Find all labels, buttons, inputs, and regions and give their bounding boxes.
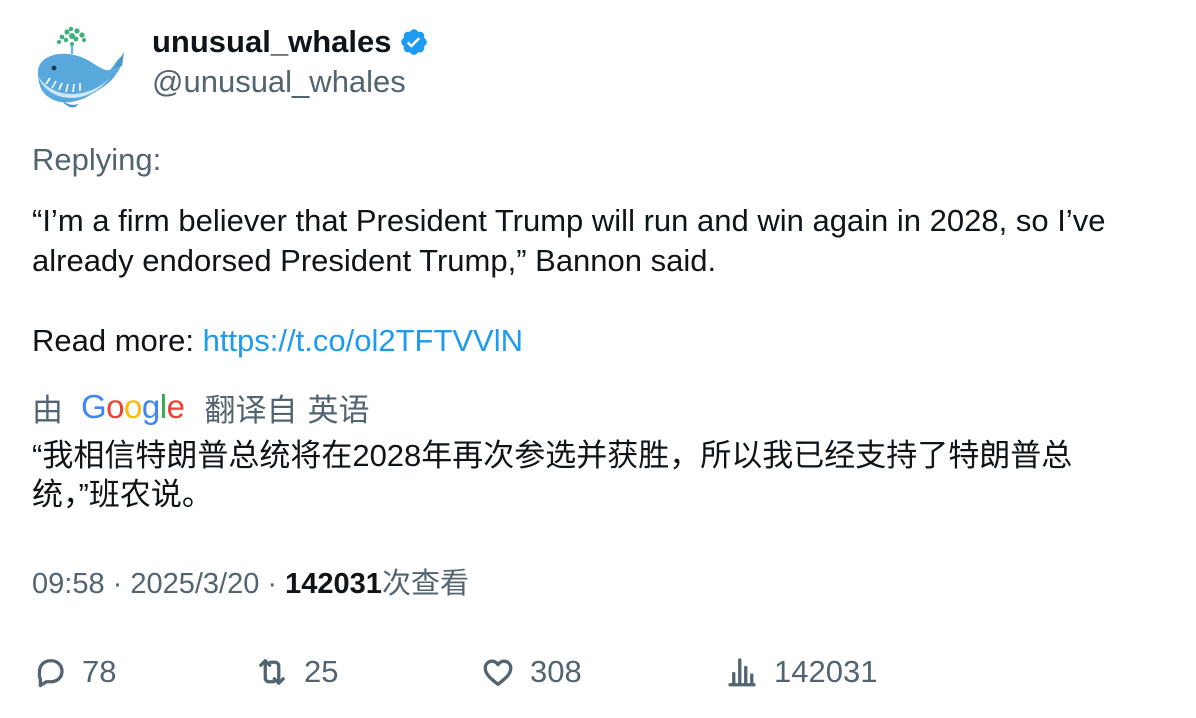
like-count: 308 <box>530 654 582 689</box>
tweet-meta: 09:58 · 2025/3/20 · 142031次查看 <box>32 564 469 604</box>
reply-count: 78 <box>82 654 117 689</box>
like-button[interactable]: 308 <box>480 650 582 694</box>
tweet-text: “I’m a firm believer that President Trum… <box>32 203 1115 278</box>
analytics-icon <box>728 658 756 687</box>
tweet-date[interactable]: 2025/3/20 <box>130 568 259 600</box>
replying-label: Replying: <box>32 142 162 177</box>
views-label: 次查看 <box>381 568 469 600</box>
whale-avatar-icon[interactable] <box>32 26 126 112</box>
views-count-action: 142031 <box>774 654 878 689</box>
translated-by-label: 由 <box>32 392 63 428</box>
google-logo[interactable]: Google <box>81 386 185 428</box>
reply-button[interactable]: 78 <box>32 650 116 694</box>
meta-separator: · <box>104 568 131 600</box>
display-name[interactable]: unusual_whales <box>152 22 391 62</box>
meta-separator: · <box>259 568 286 600</box>
retweet-icon <box>259 659 285 685</box>
retweet-button[interactable]: 25 <box>254 650 338 694</box>
translated-text: “我相信特朗普总统将在2028年再次参选并获胜，所以我已经支持了特朗普总统，”班… <box>32 438 1073 512</box>
views-button[interactable]: 142031 <box>724 650 877 694</box>
heart-icon <box>483 659 513 686</box>
retweet-count: 25 <box>304 654 339 689</box>
user-handle[interactable]: @unusual_whales <box>152 62 406 102</box>
author-name-row[interactable]: unusual_whales <box>152 22 429 62</box>
read-more-line: Read more: https://t.co/ol2TFTVVlN <box>32 321 523 361</box>
tweet-time[interactable]: 09:58 <box>32 568 105 600</box>
source-language: 英语 <box>307 392 370 428</box>
tweet-link[interactable]: https://t.co/ol2TFTVVlN <box>203 323 523 358</box>
verified-badge-icon[interactable] <box>399 27 429 57</box>
tweet-card: unusual_whales @unusual_whales Replying:… <box>0 0 1196 718</box>
reply-icon <box>37 659 64 688</box>
translation-attribution: 由 Google 翻译自 英语 <box>32 386 369 428</box>
views-count: 142031 <box>285 568 382 600</box>
translated-from-label: 翻译自 <box>204 392 298 428</box>
read-more-label: Read more: <box>32 323 203 358</box>
